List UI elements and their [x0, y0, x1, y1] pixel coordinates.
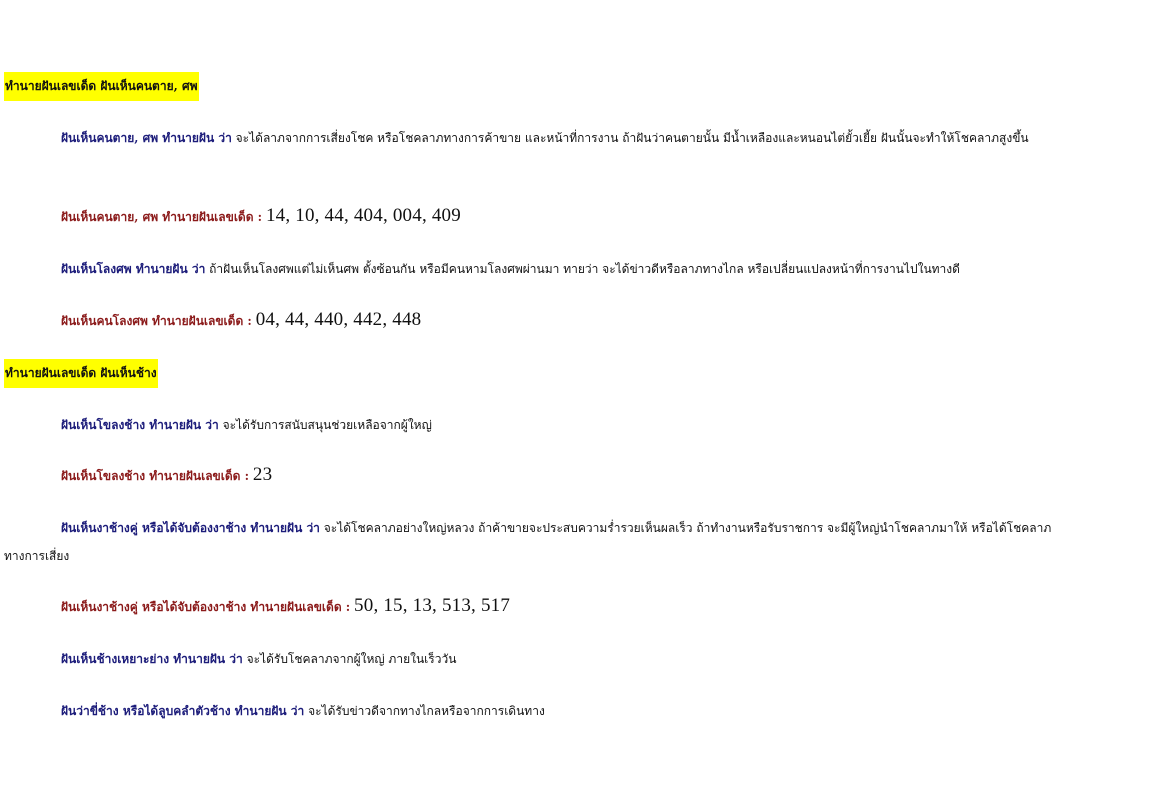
dream-meaning-text: จะได้ลาภจากการเสี่ยงโชค หรือโชคลาภทางการ…: [235, 131, 1029, 145]
dream-label: ฝันว่าขี่ช้าง หรือได้ลูบคลำตัวช้าง ทำนาย…: [61, 704, 305, 718]
paragraph-dead-body-numbers: ฝันเห็นคนตาย, ศพ ทำนายฝันเลขเด็ด : 14, 1…: [4, 202, 1074, 231]
dream-label: ฝันเห็นโขลงช้าง ทำนายฝัน ว่า: [61, 418, 219, 432]
paragraph-tusks-meaning: ฝันเห็นงาช้างคู่ หรือได้จับต้องงาช้าง ทำ…: [4, 514, 1074, 570]
lucky-number-label: ฝันเห็นคนตาย, ศพ ทำนายฝันเลขเด็ด :: [61, 210, 263, 224]
lucky-numbers: 14, 10, 44, 404, 004, 409: [265, 205, 461, 226]
lucky-number-label: ฝันเห็นคนโลงศพ ทำนายฝันเลขเด็ด :: [61, 314, 252, 328]
lucky-number-label: ฝันเห็นโขลงช้าง ทำนายฝันเลขเด็ด :: [61, 469, 250, 483]
dream-label: ฝันเห็นงาช้างคู่ หรือได้จับต้องงาช้าง ทำ…: [61, 521, 320, 535]
paragraph-tusks-numbers: ฝันเห็นงาช้างคู่ หรือได้จับต้องงาช้าง ทำ…: [4, 592, 1074, 621]
lucky-numbers: 04, 44, 440, 442, 448: [255, 309, 422, 330]
dream-meaning-text: จะได้รับการสนับสนุนช่วยเหลือจากผู้ใหญ่: [222, 418, 432, 432]
lucky-numbers: 23: [252, 464, 273, 485]
paragraph-coffin-numbers: ฝันเห็นคนโลงศพ ทำนายฝันเลขเด็ด : 04, 44,…: [4, 306, 1074, 335]
paragraph-elephant-stepping-meaning: ฝันเห็นช้างเหยาะย่าง ทำนายฝัน ว่า จะได้ร…: [4, 645, 1074, 673]
paragraph-dead-body-meaning: ฝันเห็นคนตาย, ศพ ทำนายฝัน ว่า จะได้ลาภจา…: [4, 124, 1074, 152]
paragraph-elephant-herd-meaning: ฝันเห็นโขลงช้าง ทำนายฝัน ว่า จะได้รับการ…: [4, 411, 1074, 439]
dream-meaning-text: จะได้รับข่าวดีจากทางไกลหรือจากการเดินทาง: [308, 704, 545, 718]
paragraph-elephant-herd-numbers: ฝันเห็นโขลงช้าง ทำนายฝันเลขเด็ด : 23: [4, 461, 1074, 490]
dream-label: ฝันเห็นช้างเหยาะย่าง ทำนายฝัน ว่า: [61, 652, 243, 666]
dream-meaning-text: จะได้รับโชคลาภจากผู้ใหญ่ ภายในเร็ววัน: [246, 652, 457, 666]
paragraph-coffin-meaning: ฝันเห็นโลงศพ ทำนายฝัน ว่า ถ้าฝันเห็นโลงศ…: [4, 255, 1074, 283]
document-page: ทำนายฝันเลขเด็ด ฝันเห็นคนตาย, ศพ ฝันเห็น…: [0, 0, 1156, 800]
lucky-numbers: 50, 15, 13, 513, 517: [354, 595, 511, 616]
paragraph-riding-elephant-meaning: ฝันว่าขี่ช้าง หรือได้ลูบคลำตัวช้าง ทำนาย…: [4, 697, 1074, 725]
section-heading-elephant: ทำนายฝันเลขเด็ด ฝันเห็นช้าง: [4, 359, 158, 388]
section-heading-dead-body: ทำนายฝันเลขเด็ด ฝันเห็นคนตาย, ศพ: [4, 72, 199, 101]
lucky-number-label: ฝันเห็นงาช้างคู่ หรือได้จับต้องงาช้าง ทำ…: [61, 600, 351, 614]
dream-label: ฝันเห็นคนตาย, ศพ ทำนายฝัน ว่า: [61, 131, 232, 145]
dream-meaning-text: ถ้าฝันเห็นโลงศพแต่ไม่เห็นศพ ตั้งซ้อนกัน …: [209, 262, 960, 276]
dream-label: ฝันเห็นโลงศพ ทำนายฝัน ว่า: [61, 262, 206, 276]
